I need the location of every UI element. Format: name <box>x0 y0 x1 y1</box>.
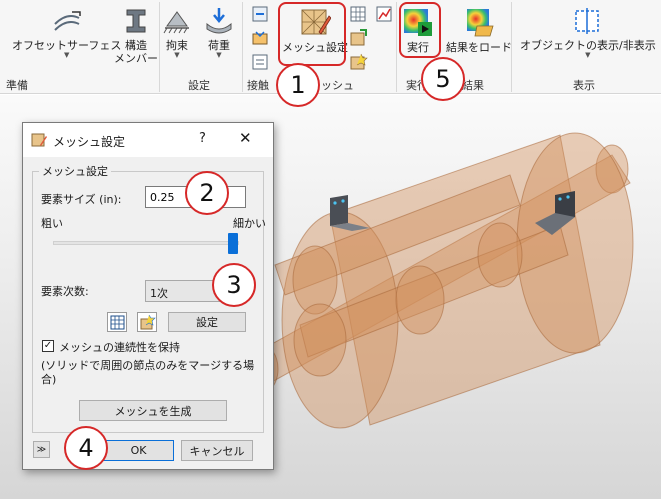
structural-member-button[interactable]: 構造 メンバー <box>114 6 158 65</box>
group-label-results: 結果 <box>462 79 484 92</box>
chevron-down-icon: ▼ <box>216 51 222 59</box>
show-hide-objects-button[interactable]: オブジェクトの表示/非表示 ▼ <box>520 6 656 59</box>
chevron-down-icon: ▼ <box>174 51 180 59</box>
ribbon-separator <box>242 2 243 92</box>
mesh-refine-icon[interactable] <box>137 312 157 332</box>
contact-set-icon[interactable] <box>250 28 270 48</box>
offset-surface-button[interactable]: オフセットサーフェス ▼ <box>12 6 121 59</box>
keep-continuity-checkbox[interactable]: ✓ <box>42 340 54 352</box>
generate-mesh-button[interactable]: メッシュを生成 <box>79 400 227 421</box>
keep-continuity-label: メッシュの連続性を保持 <box>59 341 180 354</box>
close-icon[interactable]: ✕ <box>239 129 252 147</box>
mesh-refine-icon[interactable] <box>348 28 368 48</box>
ribbon-separator <box>159 2 160 92</box>
slider-thumb[interactable] <box>228 233 238 254</box>
load-results-button[interactable]: 結果をロード <box>446 6 512 54</box>
callout-4: 4 <box>64 426 108 470</box>
dialog-title-bar[interactable]: メッシュ設定 ? ✕ <box>23 123 273 157</box>
callout-3: 3 <box>212 263 256 307</box>
callout-5: 5 <box>421 57 465 101</box>
structural-member-label: 構造 メンバー <box>114 39 158 65</box>
coarse-label: 粗い <box>41 217 63 230</box>
load-results-label: 結果をロード <box>446 41 512 54</box>
mesh-table-icon[interactable] <box>348 4 368 24</box>
callout-2: 2 <box>185 171 229 215</box>
callout-1: 1 <box>276 63 320 107</box>
ribbon-separator <box>511 2 512 92</box>
show-hide-objects-icon <box>575 8 599 34</box>
mesh-settings-highlight <box>278 2 346 66</box>
expand-icon[interactable]: ≫ <box>33 441 50 458</box>
load-button[interactable]: 荷重 ▼ <box>204 6 234 59</box>
continuity-note: (ソリッドで周囲の節点のみをマージする場合) <box>41 359 255 386</box>
mesh-table-icon[interactable] <box>107 312 127 332</box>
contact-auto-icon[interactable] <box>250 4 270 24</box>
element-order-label: 要素次数: <box>41 285 89 298</box>
pipe-end-d <box>477 222 523 288</box>
load-arrow-icon <box>206 8 232 34</box>
convergence-plot-icon[interactable] <box>374 4 394 24</box>
i-beam-icon <box>126 9 146 33</box>
contact-list-icon[interactable] <box>250 52 270 72</box>
group-label-prepare: 準備 <box>6 79 28 92</box>
mesh-settings-icon <box>31 133 47 147</box>
dialog-title: メッシュ設定 <box>53 135 126 149</box>
constraint-button[interactable]: 拘束 ▼ <box>162 6 192 59</box>
mesh-density-slider[interactable] <box>53 241 239 245</box>
constraint-icon <box>163 11 189 34</box>
run-highlight <box>399 2 441 58</box>
pipe-end-b <box>293 303 347 377</box>
chevron-down-icon: ▼ <box>63 51 70 59</box>
help-button[interactable]: ? <box>199 131 206 146</box>
settings-button[interactable]: 設定 <box>168 312 246 332</box>
group-label-setup: 設定 <box>188 79 210 92</box>
group-label-display: 表示 <box>573 79 595 92</box>
group-label-contact: 接触 <box>247 79 269 92</box>
ribbon-separator <box>396 2 397 92</box>
load-results-icon <box>467 9 494 37</box>
pipe-end-c <box>395 265 445 335</box>
offset-surface-icon <box>53 11 81 31</box>
group-title: メッシュ設定 <box>39 163 111 179</box>
mesh-local-icon[interactable] <box>348 52 368 72</box>
fine-label: 細かい <box>233 217 266 230</box>
element-size-label: 要素サイズ (in): <box>41 193 122 206</box>
pipe-end-a <box>292 245 338 315</box>
cancel-button[interactable]: キャンセル <box>181 440 253 461</box>
ok-button[interactable]: OK <box>103 440 174 461</box>
chevron-down-icon: ▼ <box>585 51 591 59</box>
